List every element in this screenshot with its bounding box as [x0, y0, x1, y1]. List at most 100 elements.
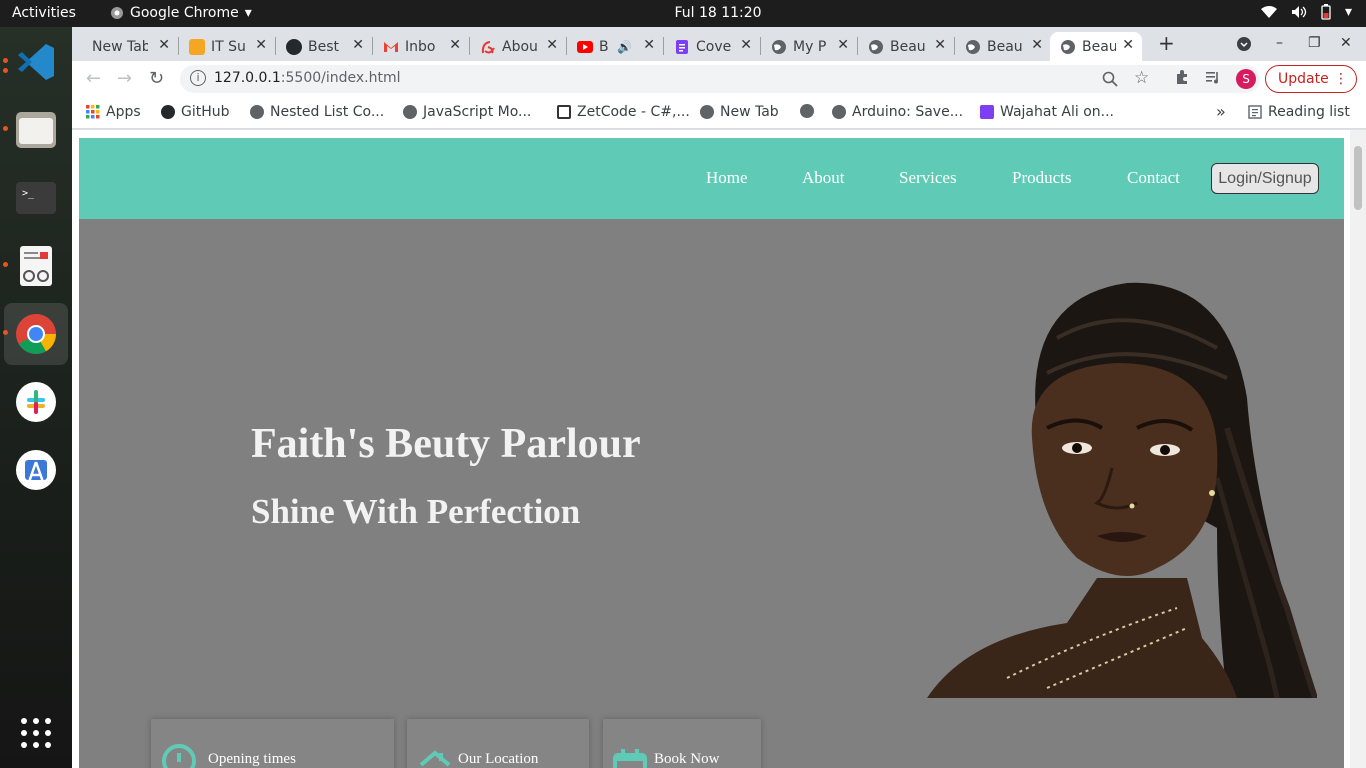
running-indicator: [3, 330, 8, 335]
back-button[interactable]: ←: [86, 68, 101, 89]
tab-title: B: [599, 38, 609, 55]
tab[interactable]: Abou ✕: [470, 32, 566, 61]
card-label: Our Location: [458, 751, 539, 767]
calendar-icon: [613, 749, 647, 768]
nav-products[interactable]: Products: [1012, 168, 1072, 188]
bookmark-untitled[interactable]: [800, 104, 820, 118]
bookmark-star-icon[interactable]: ☆: [1134, 68, 1149, 88]
maximize-button[interactable]: ❐: [1308, 35, 1321, 51]
gmail-icon: [384, 41, 398, 52]
page-viewport: Home About Services Products Contact Log…: [72, 130, 1366, 768]
dock-slack[interactable]: [4, 371, 68, 433]
page-scrollbar[interactable]: [1350, 130, 1366, 768]
close-icon[interactable]: ✕: [255, 37, 267, 53]
globe-icon: [966, 39, 980, 54]
dock-android-studio[interactable]: [4, 439, 68, 501]
address-bar[interactable]: i 127.0.0.1:5500/index.html ☆: [180, 65, 1260, 93]
close-icon[interactable]: ✕: [643, 37, 655, 53]
dock-chrome[interactable]: [4, 303, 68, 365]
bookmark-apps[interactable]: Apps: [86, 104, 141, 120]
url-host: 127.0.0.1: [214, 70, 281, 86]
new-tab-button[interactable]: +: [1158, 31, 1175, 55]
bookmark-label: JavaScript Mo...: [423, 104, 532, 120]
globe-icon: [403, 105, 417, 119]
tab[interactable]: New Tab ✕: [82, 32, 178, 61]
media-controls-icon[interactable]: [1205, 69, 1221, 85]
android-studio-icon: [16, 450, 56, 490]
card-opening-times[interactable]: Opening times: [151, 719, 394, 768]
hero-portrait-image: [927, 282, 1317, 698]
card-book-now[interactable]: Book Now: [603, 719, 761, 768]
vscode-icon: [18, 44, 54, 80]
bookmark-arduino[interactable]: Arduino: Save...: [832, 104, 963, 120]
update-button[interactable]: Update ⋮: [1265, 65, 1357, 93]
chrome-window: New Tab ✕ IT Su ✕ Best ✕ Inbo ✕ Abou ✕ B…: [72, 27, 1366, 768]
audio-playing-icon[interactable]: 🔊: [617, 40, 632, 54]
dock: >_: [0, 27, 72, 768]
close-icon[interactable]: ✕: [449, 37, 461, 53]
nav-about[interactable]: About: [802, 168, 845, 188]
tab-title: Inbo: [405, 38, 436, 55]
tab-search-icon[interactable]: [1237, 37, 1251, 51]
system-tray[interactable]: ▾: [1260, 4, 1352, 20]
bookmark-javascript[interactable]: JavaScript Mo...: [403, 104, 531, 120]
tab[interactable]: Cove ✕: [664, 32, 760, 61]
profile-avatar[interactable]: S: [1236, 69, 1256, 89]
zoom-icon[interactable]: [1102, 71, 1118, 87]
tab[interactable]: Best ✕: [276, 32, 372, 61]
redux-icon: [481, 40, 495, 53]
tab-title: Abou: [502, 38, 538, 55]
card-our-location[interactable]: Our Location: [407, 719, 589, 768]
scrollbar-thumb[interactable]: [1354, 146, 1362, 210]
tab-title: Best: [308, 38, 340, 55]
tab[interactable]: IT Su ✕: [179, 32, 275, 61]
close-icon[interactable]: ✕: [934, 37, 946, 53]
dock-document-viewer[interactable]: [4, 235, 68, 297]
reload-button[interactable]: ↻: [149, 68, 164, 89]
close-window-button[interactable]: ✕: [1340, 35, 1352, 51]
bookmark-label: ZetCode - C#,...: [577, 104, 690, 120]
close-icon[interactable]: ✕: [546, 37, 558, 53]
github-icon: [286, 38, 302, 55]
slack-icon: [16, 382, 56, 422]
close-icon[interactable]: ✕: [740, 37, 752, 53]
tab[interactable]: Beau ✕: [858, 32, 954, 61]
nav-services[interactable]: Services: [899, 168, 957, 188]
tab[interactable]: Inbo ✕: [373, 32, 469, 61]
apps-grid-icon: [86, 105, 100, 119]
login-signup-button[interactable]: Login/Signup: [1211, 163, 1319, 194]
nav-contact[interactable]: Contact: [1127, 168, 1180, 188]
tab[interactable]: B 🔊 ✕: [567, 32, 663, 61]
dock-files[interactable]: [4, 99, 68, 161]
forward-button[interactable]: →: [117, 68, 132, 89]
tab-title: Beau: [987, 38, 1023, 55]
update-label: Update: [1278, 71, 1329, 87]
minimize-button[interactable]: –: [1276, 35, 1283, 51]
close-icon[interactable]: ✕: [837, 37, 849, 53]
chrome-icon: [16, 314, 56, 354]
bookmark-zetcode[interactable]: ZetCode - C#,...: [557, 104, 690, 120]
bookmark-label: Wajahat Ali on...: [1000, 104, 1114, 120]
dock-terminal[interactable]: >_: [4, 167, 68, 229]
bookmark-behance[interactable]: Wajahat Ali on...: [980, 104, 1114, 120]
bookmarks-overflow-button[interactable]: »: [1216, 102, 1226, 121]
tab-active[interactable]: Beau ✕: [1050, 32, 1142, 61]
bookmark-new-tab[interactable]: New Tab: [700, 104, 779, 120]
youtube-icon: [577, 40, 593, 53]
close-icon[interactable]: ✕: [158, 37, 170, 53]
clock[interactable]: Ful 18 11:20: [0, 5, 1366, 21]
hero-subtitle: Shine With Perfection: [251, 492, 581, 531]
close-icon[interactable]: ✕: [352, 37, 364, 53]
bookmark-github[interactable]: GitHub: [161, 104, 230, 120]
tab[interactable]: My P ✕: [761, 32, 857, 61]
reading-list-button[interactable]: Reading list: [1248, 104, 1350, 120]
close-icon[interactable]: ✕: [1122, 37, 1134, 53]
close-icon[interactable]: ✕: [1031, 37, 1043, 53]
dock-vscode[interactable]: [4, 31, 68, 93]
extensions-icon[interactable]: [1174, 69, 1190, 85]
bookmark-nested-list[interactable]: Nested List Co...: [250, 104, 384, 120]
nav-home[interactable]: Home: [706, 168, 748, 188]
site-info-icon[interactable]: i: [190, 70, 206, 86]
tab[interactable]: Beau ✕: [955, 32, 1051, 61]
show-applications-button[interactable]: [4, 702, 68, 764]
